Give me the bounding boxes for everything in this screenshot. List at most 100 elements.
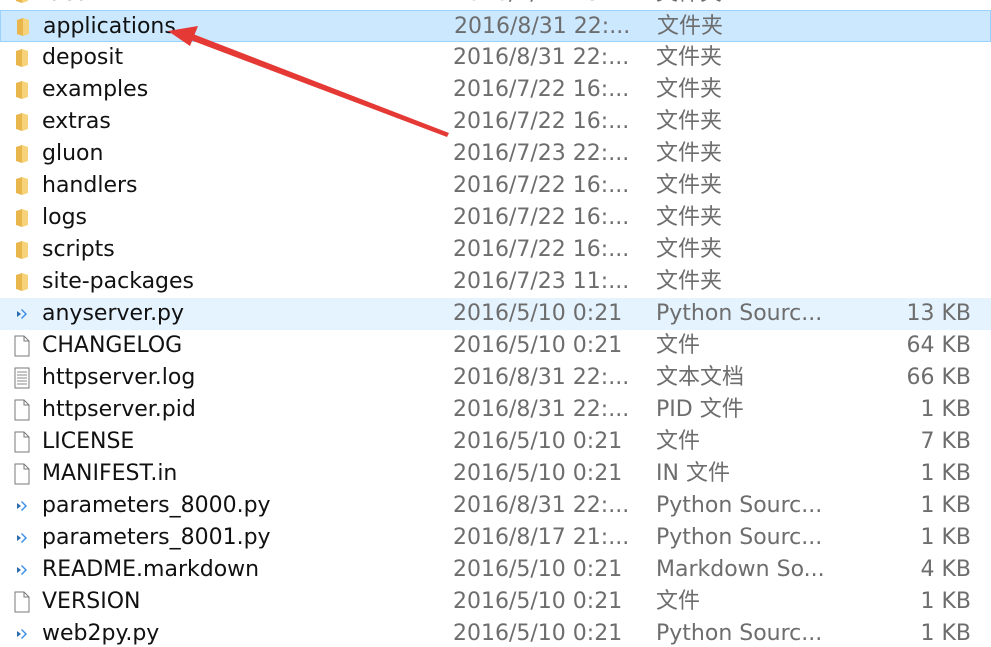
file-type: Python Sourc... (656, 525, 823, 550)
file-type: 文件夹 (656, 77, 723, 102)
folder-icon (12, 106, 32, 138)
file-row[interactable]: anyserver.py 2016/5/10 0:21 Python Sourc..… (0, 298, 991, 330)
file-type: 文件夹 (656, 0, 722, 10)
folder-icon (12, 170, 32, 202)
file-type: 文件 (656, 589, 701, 614)
file-row[interactable]: gluon 2016/7/23 22:... 文件夹 (0, 138, 991, 170)
file-name: gluon (42, 141, 104, 166)
file-row[interactable]: logs 2016/7/22 16:... 文件夹 (0, 202, 991, 234)
file-row[interactable]: CHANGELOG 2016/5/10 0:21 文件 64 KB (0, 330, 991, 362)
file-name: VERSION (42, 589, 141, 614)
file-size: 4 KB (920, 557, 971, 582)
file-name: httpserver.pid (42, 397, 196, 422)
file-type: 文件 (656, 333, 701, 358)
folder-icon (12, 234, 32, 266)
file-row[interactable]: VERSION 2016/5/10 0:21 文件 1 KB (0, 586, 991, 618)
file-name: README.markdown (42, 557, 260, 582)
file-size: 7 KB (920, 429, 971, 454)
file-date: 2016/8/31 22:... (453, 365, 630, 390)
blank-file-icon (12, 394, 32, 426)
file-date: 2016/5/10 0:21 (453, 333, 623, 358)
file-size: 1 KB (920, 525, 971, 550)
file-date: 2016/5/10 0:21 (453, 557, 623, 582)
file-size: 64 KB (906, 333, 971, 358)
file-name: idea (42, 0, 89, 10)
file-date: 2016/8/17 21:... (453, 525, 630, 550)
file-date: 2016/8/31 22:... (453, 397, 630, 422)
file-row[interactable]: applications 2016/8/31 22:... 文件夹 (0, 10, 991, 42)
file-type: 文件夹 (656, 109, 723, 134)
file-date: 2016/5/10 0:21 (453, 621, 623, 646)
file-date: 2016/7/22 16:... (453, 173, 630, 198)
file-row[interactable]: httpserver.log 2016/8/31 22:... 文本文档 66 KB (0, 362, 991, 394)
file-list: idea 2016/7/21 15:... 文件夹 applications 2016/… (0, 0, 991, 647)
file-name: examples (42, 77, 149, 102)
file-name: web2py.py (42, 621, 160, 646)
file-size: 1 KB (920, 589, 971, 614)
file-type: 文件夹 (656, 205, 723, 230)
file-row[interactable]: scripts 2016/7/22 16:... 文件夹 (0, 234, 991, 266)
file-row[interactable]: deposit 2016/8/31 22:... 文件夹 (0, 42, 991, 74)
file-date: 2016/5/10 0:21 (453, 301, 623, 326)
file-row[interactable]: parameters_8001.py 2016/8/17 21:... Python… (0, 522, 991, 554)
file-type: 文件夹 (657, 14, 724, 39)
file-name: logs (42, 205, 87, 230)
file-date: 2016/8/31 22:... (453, 493, 630, 518)
file-row[interactable]: README.markdown 2016/5/10 0:21 Markdown So… (0, 554, 991, 586)
folder-icon (13, 11, 33, 43)
file-name: MANIFEST.in (42, 461, 178, 486)
file-date: 2016/5/10 0:21 (453, 429, 623, 454)
file-date: 2016/8/31 22:... (454, 14, 631, 39)
file-size: 1 KB (920, 397, 971, 422)
file-row[interactable]: site-packages 2016/7/23 11:... 文件夹 (0, 266, 991, 298)
file-name: scripts (42, 237, 115, 262)
file-size: 66 KB (906, 365, 971, 390)
file-date: 2016/7/21 15:... (453, 0, 629, 10)
file-type: 文本文档 (656, 365, 745, 390)
file-size: 1 KB (920, 621, 971, 646)
file-name: httpserver.log (42, 365, 196, 390)
file-row[interactable]: web2py.py 2016/5/10 0:21 Python Sourc... 1 … (0, 618, 991, 647)
file-date: 2016/7/22 16:... (453, 205, 630, 230)
file-date: 2016/7/23 22:... (453, 141, 630, 166)
file-date: 2016/8/31 22:... (453, 45, 630, 70)
file-row[interactable]: MANIFEST.in 2016/5/10 0:21 IN 文件 1 KB (0, 458, 991, 490)
file-row[interactable]: examples 2016/7/22 16:... 文件夹 (0, 74, 991, 106)
file-type: 文件夹 (656, 45, 723, 70)
file-row[interactable]: handlers 2016/7/22 16:... 文件夹 (0, 170, 991, 202)
file-type: Python Sourc... (656, 493, 823, 518)
file-type: Markdown So... (656, 557, 825, 582)
file-name: parameters_8001.py (42, 525, 271, 550)
blank-file-icon (12, 586, 32, 618)
file-name: parameters_8000.py (42, 493, 271, 518)
folder-icon (12, 74, 32, 106)
file-row[interactable]: httpserver.pid 2016/8/31 22:... PID 文件 1 KB (0, 394, 991, 426)
python-file-icon (12, 298, 32, 330)
file-name: CHANGELOG (42, 333, 183, 358)
file-size: 13 KB (906, 301, 971, 326)
file-row[interactable]: parameters_8000.py 2016/8/31 22:... Python… (0, 490, 991, 522)
file-type: PID 文件 (656, 397, 744, 422)
file-date: 2016/7/22 16:... (453, 237, 630, 262)
file-name: site-packages (42, 269, 195, 294)
file-row[interactable]: extras 2016/7/22 16:... 文件夹 (0, 106, 991, 138)
file-row[interactable]: LICENSE 2016/5/10 0:21 文件 7 KB (0, 426, 991, 458)
vscode-file-icon (12, 554, 32, 586)
blank-file-icon (12, 330, 32, 362)
file-date: 2016/7/22 16:... (453, 77, 630, 102)
file-date: 2016/5/10 0:21 (453, 461, 623, 486)
file-name: applications (43, 14, 176, 39)
file-name: handlers (42, 173, 138, 198)
file-row[interactable]: idea 2016/7/21 15:... 文件夹 (0, 0, 991, 10)
file-size: 1 KB (920, 461, 971, 486)
python-file-icon (12, 618, 32, 647)
python-file-icon (12, 490, 32, 522)
file-type: Python Sourc... (656, 621, 823, 646)
file-type: 文件夹 (656, 237, 723, 262)
folder-icon (12, 266, 32, 298)
file-size: 1 KB (920, 493, 971, 518)
blank-file-icon (12, 426, 32, 458)
python-file-icon (12, 522, 32, 554)
file-date: 2016/5/10 0:21 (453, 589, 623, 614)
file-type: 文件夹 (656, 141, 723, 166)
